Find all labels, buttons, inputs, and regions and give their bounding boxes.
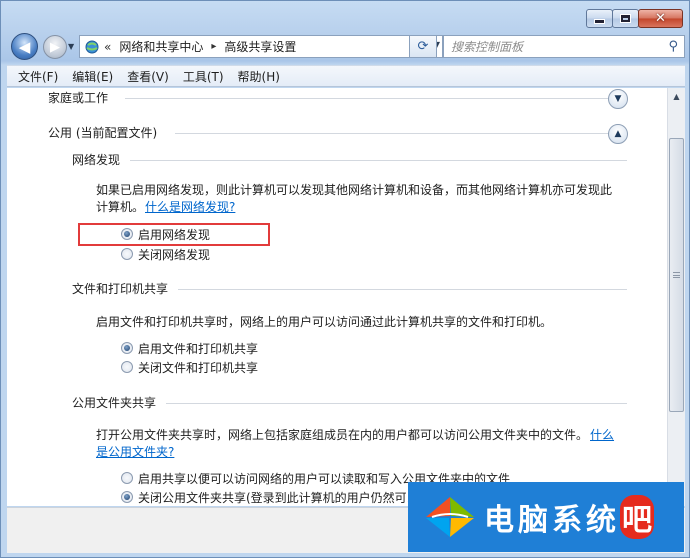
chevron-down-icon: ▼ xyxy=(614,94,622,104)
expand-home-work-button[interactable]: ▼ xyxy=(608,89,628,109)
menu-edit[interactable]: 编辑(E) xyxy=(65,68,120,85)
file-printer-sharing-description: 启用文件和打印机共享时，网络上的用户可以访问通过此计算机共享的文件和打印机。 xyxy=(96,315,553,329)
address-chevron[interactable]: « xyxy=(104,40,111,54)
breadcrumb-separator-icon[interactable]: ▸ xyxy=(211,41,216,52)
radio-disable-public-folder-sharing[interactable] xyxy=(121,491,133,503)
close-icon: ✕ xyxy=(655,11,666,26)
refresh-button[interactable]: ⟳ xyxy=(409,35,437,58)
address-bar[interactable]: « 网络和共享中心 ▸ 高级共享设置 ▼ xyxy=(79,35,443,58)
network-discovery-heading: 网络发现 xyxy=(72,153,121,167)
arrow-left-icon: ◀ xyxy=(18,37,31,56)
network-discovery-help-link[interactable]: 什么是网络发现? xyxy=(145,198,235,215)
grip-icon xyxy=(673,272,680,278)
radio-enable-network-discovery[interactable] xyxy=(121,228,133,240)
option-enable-file-printer-sharing[interactable]: 启用文件和打印机共享 xyxy=(138,340,258,357)
divider xyxy=(178,289,627,290)
watermark: 电脑系统吧 xyxy=(408,482,684,552)
maximize-icon xyxy=(620,14,631,23)
file-printer-sharing-heading: 文件和打印机共享 xyxy=(72,282,169,296)
search-placeholder: 搜索控制面板 xyxy=(451,40,524,54)
menu-view[interactable]: 查看(V) xyxy=(120,68,176,85)
menu-file[interactable]: 文件(F) xyxy=(11,68,65,85)
windows-logo-icon xyxy=(426,497,474,537)
minimize-icon xyxy=(594,19,605,24)
settings-content: 家庭或工作 ▼ 公用 (当前配置文件) ▲ 网络发现 如果已启用网络发现，则此计… xyxy=(7,88,667,506)
minimize-button[interactable] xyxy=(586,9,613,28)
chevron-up-icon: ▲ xyxy=(614,129,622,139)
breadcrumb-network-center[interactable]: 网络和共享中心 xyxy=(119,38,203,55)
recent-pages-dropdown[interactable]: ▼ xyxy=(68,42,74,51)
forward-button[interactable]: ▶ xyxy=(43,35,67,59)
vertical-scrollbar[interactable]: ▲ ▼ xyxy=(667,88,685,506)
window-frame: ✕ ◀ ▶ ▼ « 网络和共享中心 ▸ 高级共享设置 ▼ ⟳ 搜索控制面板 ⚲ … xyxy=(0,0,690,558)
public-folder-help-link-cont[interactable]: 是公用文件夹? xyxy=(96,443,174,460)
divider xyxy=(125,98,609,99)
arrow-right-icon: ▶ xyxy=(50,39,60,55)
profile-home-work-title[interactable]: 家庭或工作 xyxy=(48,89,108,106)
watermark-text: 电脑系统吧 xyxy=(484,495,654,539)
option-disable-public-folder-sharing[interactable]: 关闭公用文件夹共享(登录到此计算机的用户仍然可以 xyxy=(138,489,419,506)
menu-tools[interactable]: 工具(T) xyxy=(176,68,231,85)
divider xyxy=(130,160,627,161)
network-icon xyxy=(84,39,100,55)
option-disable-network-discovery[interactable]: 关闭网络发现 xyxy=(138,246,210,263)
scrollbar-thumb[interactable] xyxy=(669,138,684,412)
radio-enable-file-printer-sharing[interactable] xyxy=(121,342,133,354)
menu-help[interactable]: 帮助(H) xyxy=(231,68,287,85)
radio-enable-public-folder-sharing[interactable] xyxy=(121,472,133,484)
network-discovery-description-cont: 计算机。 xyxy=(96,200,145,214)
public-folder-sharing-heading: 公用文件夹共享 xyxy=(72,396,157,410)
navigation-bar: ◀ ▶ ▼ « 网络和共享中心 ▸ 高级共享设置 ▼ ⟳ 搜索控制面板 ⚲ xyxy=(7,31,685,61)
option-enable-network-discovery[interactable]: 启用网络发现 xyxy=(138,226,210,243)
public-folder-sharing-description: 打开公用文件夹共享时，网络上包括家庭组成员在内的用户都可以访问公用文件夹中的文件… xyxy=(96,428,589,442)
profile-public-title[interactable]: 公用 (当前配置文件) xyxy=(48,124,157,141)
caption-buttons: ✕ xyxy=(586,9,683,28)
scroll-up-icon[interactable]: ▲ xyxy=(668,88,685,105)
option-disable-file-printer-sharing[interactable]: 关闭文件和打印机共享 xyxy=(138,359,258,376)
watermark-text-last: 吧 xyxy=(620,495,654,539)
breadcrumb-advanced-sharing[interactable]: 高级共享设置 xyxy=(224,38,296,55)
network-discovery-description: 如果已启用网络发现，则此计算机可以发现其他网络计算机和设备，而其他网络计算机亦可… xyxy=(96,183,613,197)
close-button[interactable]: ✕ xyxy=(638,9,683,28)
divider xyxy=(166,403,627,404)
radio-disable-file-printer-sharing[interactable] xyxy=(121,361,133,373)
public-folder-help-link[interactable]: 什么 xyxy=(590,426,614,443)
search-icon[interactable]: ⚲ xyxy=(668,39,678,54)
menu-bar: 文件(F) 编辑(E) 查看(V) 工具(T) 帮助(H) xyxy=(7,65,685,87)
radio-disable-network-discovery[interactable] xyxy=(121,248,133,260)
search-input[interactable]: 搜索控制面板 ⚲ xyxy=(443,35,685,58)
refresh-icon: ⟳ xyxy=(417,39,429,54)
back-button[interactable]: ◀ xyxy=(11,33,38,60)
watermark-text-main: 电脑系统 xyxy=(484,503,620,538)
collapse-public-button[interactable]: ▲ xyxy=(608,124,628,144)
divider xyxy=(175,133,609,134)
maximize-button[interactable] xyxy=(612,9,639,28)
